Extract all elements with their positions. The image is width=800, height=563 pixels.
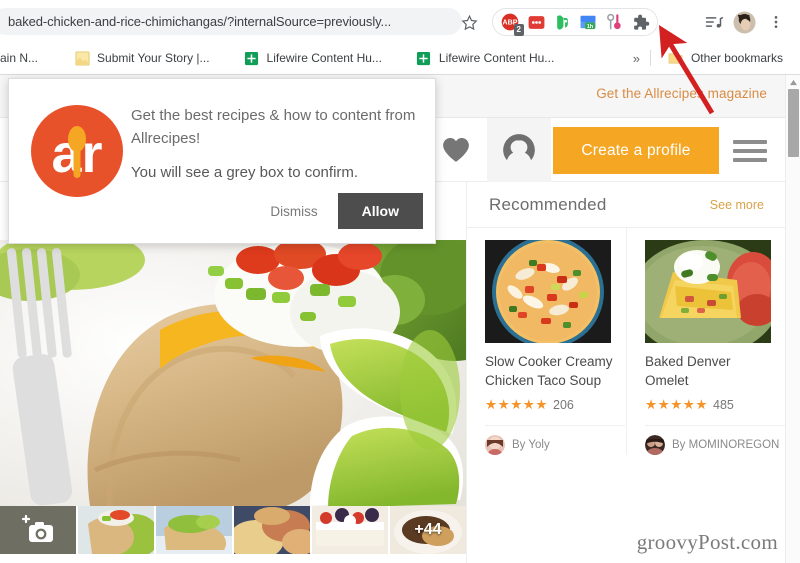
bookmark-item-1[interactable]: Submit Your Story |... bbox=[65, 46, 219, 70]
bookmark-label: Lifewire Content Hu... bbox=[438, 51, 555, 65]
rating-count: 485 bbox=[713, 398, 734, 413]
bookmark-label: Submit Your Story |... bbox=[97, 51, 210, 65]
user-avatar-icon[interactable] bbox=[487, 118, 551, 182]
gallery-thumbnail[interactable] bbox=[78, 506, 154, 554]
svg-text:1h: 1h bbox=[587, 24, 593, 30]
bookmark-item-3[interactable]: Lifewire Content Hu... bbox=[407, 46, 563, 70]
notification-line-2: You will see a grey box to confirm. bbox=[131, 164, 359, 181]
folder-icon bbox=[668, 50, 684, 66]
recommended-header: Recommended See more bbox=[467, 182, 786, 228]
address-bar[interactable]: baked-chicken-and-rice-chimichangas/?int… bbox=[0, 8, 462, 35]
notification-actions: Dismiss Allow bbox=[266, 193, 423, 229]
recipe-card-author[interactable]: By Yoly bbox=[485, 425, 625, 456]
page-scrollbar[interactable] bbox=[785, 75, 800, 563]
recipe-card[interactable]: Baked Denver Omelet ★★★★★ 485 By MOMINOR… bbox=[626, 228, 785, 456]
gallery-thumbnail[interactable] bbox=[312, 506, 388, 554]
bookmarks-bar: ain N... Submit Your Story |... Lifewire… bbox=[0, 42, 800, 75]
bookmark-item-2[interactable]: Lifewire Content Hu... bbox=[235, 46, 391, 70]
dismiss-button[interactable]: Dismiss bbox=[266, 198, 321, 225]
adblock-extension-icon[interactable]: ABP 2 bbox=[499, 11, 524, 36]
evernote-extension-icon[interactable] bbox=[551, 11, 573, 33]
recipe-card-rating: ★★★★★ 206 bbox=[485, 397, 612, 413]
three-dot-menu-icon[interactable] bbox=[762, 8, 790, 36]
recommended-title: Recommended bbox=[489, 194, 607, 214]
address-bar-url[interactable]: baked-chicken-and-rice-chimichangas/?int… bbox=[0, 14, 462, 29]
sheets-icon bbox=[416, 50, 432, 66]
pocket-tab-extension-icon[interactable]: 1h bbox=[577, 11, 599, 33]
bookmark-star-icon[interactable] bbox=[455, 8, 483, 36]
magazine-link[interactable]: Get the Allrecipes magazine bbox=[596, 86, 767, 101]
recommended-cards: Slow Cooker Creamy Chicken Taco Soup ★★★… bbox=[467, 228, 786, 456]
recipe-card-rating: ★★★★★ 485 bbox=[645, 397, 771, 413]
denver-omelet-photo[interactable] bbox=[645, 240, 771, 343]
honey-extension-icon[interactable] bbox=[603, 11, 625, 33]
rating-count: 206 bbox=[553, 398, 574, 413]
extension-icons-group: ABP 2 1h bbox=[492, 8, 658, 36]
recipe-card-author[interactable]: By MOMINOREGON bbox=[645, 425, 785, 456]
add-photo-thumbnail[interactable] bbox=[0, 506, 76, 554]
adblock-badge-count: 2 bbox=[513, 24, 524, 36]
notification-body: Get the best recipes & how to content fr… bbox=[131, 105, 421, 181]
author-name: By MOMINOREGON bbox=[672, 439, 780, 452]
notification-permission-popup: ar Get the best recipes & how to content… bbox=[8, 78, 436, 244]
profile-avatar-icon[interactable] bbox=[730, 8, 758, 36]
author-name: By Yoly bbox=[512, 439, 550, 452]
recipe-hero-image[interactable] bbox=[0, 240, 466, 506]
yellow-note-icon bbox=[74, 50, 90, 66]
recipe-card-title[interactable]: Baked Denver Omelet bbox=[645, 352, 775, 390]
recommended-rail: Recommended See more Slow Cooker Creamy … bbox=[466, 182, 786, 563]
create-profile-button[interactable]: Create a profile bbox=[553, 127, 719, 174]
red-dots-extension-icon[interactable] bbox=[525, 11, 547, 33]
gallery-thumbnail[interactable] bbox=[156, 506, 232, 554]
scroll-up-arrow-icon[interactable] bbox=[786, 75, 800, 89]
recipe-card[interactable]: Slow Cooker Creamy Chicken Taco Soup ★★★… bbox=[467, 228, 626, 456]
allrecipes-logo-icon: ar bbox=[31, 105, 123, 197]
author-avatar bbox=[645, 435, 665, 456]
browser-window: baked-chicken-and-rice-chimichangas/?int… bbox=[0, 0, 800, 563]
favorites-heart-icon[interactable] bbox=[441, 136, 471, 168]
gallery-thumbnail-strip: +44 bbox=[0, 506, 466, 554]
hamburger-menu-icon[interactable] bbox=[733, 140, 767, 162]
notification-line-1: Get the best recipes & how to content fr… bbox=[131, 107, 416, 147]
browser-toolbar: baked-chicken-and-rice-chimichangas/?int… bbox=[0, 0, 800, 42]
gallery-more-thumbnail[interactable]: +44 bbox=[390, 506, 466, 554]
allow-button[interactable]: Allow bbox=[337, 193, 423, 229]
bookmark-item-0[interactable]: ain N... bbox=[0, 46, 47, 70]
taco-soup-photo[interactable] bbox=[485, 240, 611, 343]
star-rating-icon: ★★★★★ bbox=[645, 397, 709, 413]
gallery-more-count: +44 bbox=[414, 521, 442, 538]
watermark: groovyPost.com bbox=[636, 530, 778, 554]
recipe-card-title[interactable]: Slow Cooker Creamy Chicken Taco Soup bbox=[485, 352, 615, 390]
gallery-thumbnail[interactable] bbox=[234, 506, 310, 554]
other-bookmarks-item[interactable]: Other bookmarks bbox=[659, 46, 792, 70]
media-control-icon[interactable] bbox=[700, 8, 728, 36]
star-rating-icon: ★★★★★ bbox=[485, 397, 549, 413]
bookmarks-overflow-chevron[interactable]: » bbox=[623, 51, 650, 66]
author-avatar bbox=[485, 435, 505, 456]
bookmark-label: Lifewire Content Hu... bbox=[266, 51, 382, 65]
bookmarks-divider bbox=[649, 50, 651, 66]
bookmark-label: ain N... bbox=[0, 51, 39, 65]
extensions-puzzle-icon[interactable] bbox=[629, 11, 651, 33]
scrollbar-thumb[interactable] bbox=[788, 89, 799, 157]
sheets-icon bbox=[244, 50, 260, 66]
see-more-link[interactable]: See more bbox=[710, 198, 764, 212]
other-bookmarks-label: Other bookmarks bbox=[690, 51, 783, 65]
